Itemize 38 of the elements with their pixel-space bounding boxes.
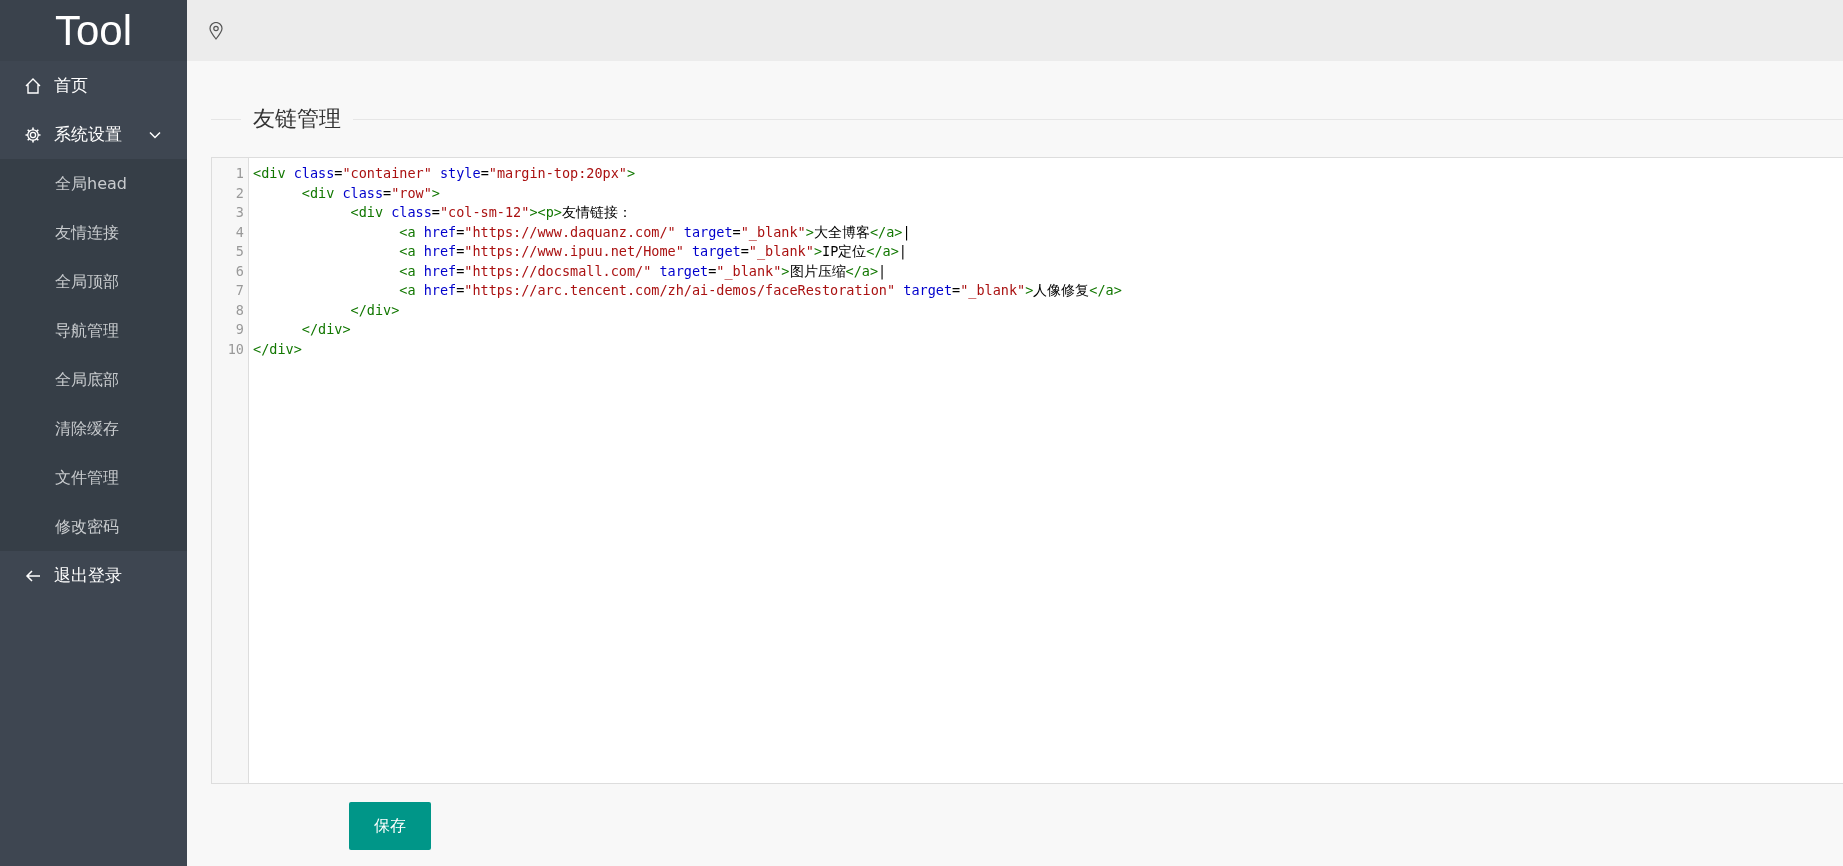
line-number: 9 [234, 320, 245, 339]
code-line: </div> [349, 300, 400, 320]
line-number: 7 [234, 281, 245, 300]
nav-subitem[interactable]: 全局顶部 [0, 257, 187, 306]
line-number: 10 [226, 339, 245, 359]
line-number: 6 [234, 261, 245, 281]
nav-item[interactable]: 系统设置 [0, 110, 187, 159]
line-number: 3 [234, 203, 245, 222]
page-title: 友链管理 [252, 105, 342, 133]
code-line: <a href="https://arc.tencent.com/zh/ai-demos/faceRestoration" target="_blank">人像修复</a> [398, 281, 1122, 301]
code-editor[interactable] [211, 157, 1843, 784]
code-line: <a href="https://www.ipuu.net/Home" target="_blank">IP定位</a>| [398, 242, 907, 262]
line-number: 5 [234, 242, 245, 261]
logo-text: Tool [0, 0, 187, 61]
save-button[interactable]: 保存 [349, 802, 431, 850]
home-icon [24, 76, 42, 95]
nav-subitem[interactable]: 修改密码 [0, 502, 187, 551]
line-number: 4 [234, 222, 245, 242]
nav-subitem[interactable]: 导航管理 [0, 306, 187, 355]
line-number: 2 [234, 183, 245, 203]
nav-subitem[interactable]: 文件管理 [0, 453, 187, 502]
nav-subitem[interactable]: 友情连接 [0, 208, 187, 257]
code-line: <a href="https://docsmall.com/" target="_blank">图片压缩</a>| [398, 261, 887, 281]
code-line: <div class="row"> [300, 183, 440, 203]
nav-item[interactable]: 首页 [0, 61, 187, 110]
line-number: 8 [234, 300, 245, 320]
nav-item[interactable]: 退出登录 [0, 551, 187, 600]
line-number: 1 [234, 164, 245, 183]
code-line: </div> [253, 339, 302, 359]
code-line: <div class="container" style="margin-top:20px"> [253, 164, 636, 183]
nav-subitem[interactable]: 全局底部 [0, 355, 187, 404]
code-line: <div class="col-sm-12"><p>友情链接： [349, 203, 632, 222]
location-pin-icon [209, 21, 223, 40]
settings-icon [24, 125, 42, 144]
code-line: <a href="https://www.daquanz.com/" target="_blank">大全博客</a>| [398, 222, 911, 242]
nav-subitem[interactable]: 清除缓存 [0, 404, 187, 453]
nav-subitem[interactable]: 全局head [0, 159, 187, 208]
code-line: </div> [300, 320, 351, 339]
